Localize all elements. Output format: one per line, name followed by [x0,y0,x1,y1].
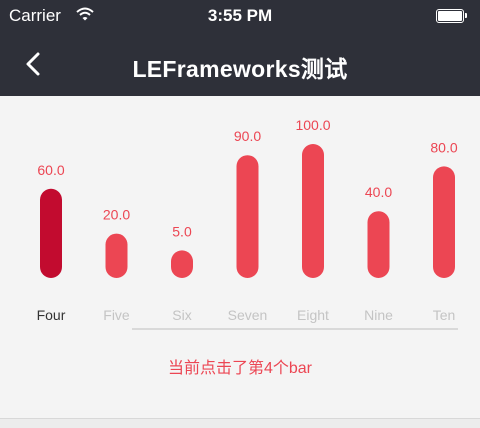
bar-four[interactable] [40,188,62,278]
value-label-ten: 80.0 [430,139,457,155]
header: Carrier 3:55 PM LEFrameworks测试 [0,0,480,96]
value-label-nine: 40.0 [365,184,392,200]
status-bar: Carrier 3:55 PM [0,0,480,32]
value-label-five: 20.0 [103,207,130,223]
category-label-eight: Eight [297,307,329,323]
navigation-bar: LEFrameworks测试 [0,32,480,96]
bar-five[interactable] [105,233,128,278]
category-label-ten: Ten [433,307,456,323]
category-label-seven: Seven [228,307,268,323]
selection-message: 当前点击了第4个bar [167,360,313,377]
bar-six[interactable] [171,250,193,278]
bottom-strip [0,418,480,428]
category-label-six: Six [172,307,191,323]
value-label-eight: 100.0 [295,117,330,133]
value-label-six: 5.0 [172,223,192,239]
bar-ten[interactable] [433,166,455,278]
category-label-nine: Nine [364,307,393,323]
bar-chart: 60.0 Four 20.0 Five 5.0 Six 90.0 Seven 100.0 Eigh… [37,117,458,330]
status-time: 3:55 PM [207,6,273,25]
page-title: LEFrameworks测试 [132,56,348,82]
bar-eight[interactable] [302,144,324,278]
category-label-four: Four [37,307,66,323]
battery-icon [436,9,467,23]
bar-nine[interactable] [367,211,390,278]
bar-seven[interactable] [236,155,259,278]
content-area: 60.0 Four 20.0 Five 5.0 Six 90.0 Seven 100.0 Eigh… [0,96,480,428]
value-label-four: 60.0 [37,162,64,178]
category-label-five: Five [103,307,130,323]
value-label-seven: 90.0 [234,128,261,144]
